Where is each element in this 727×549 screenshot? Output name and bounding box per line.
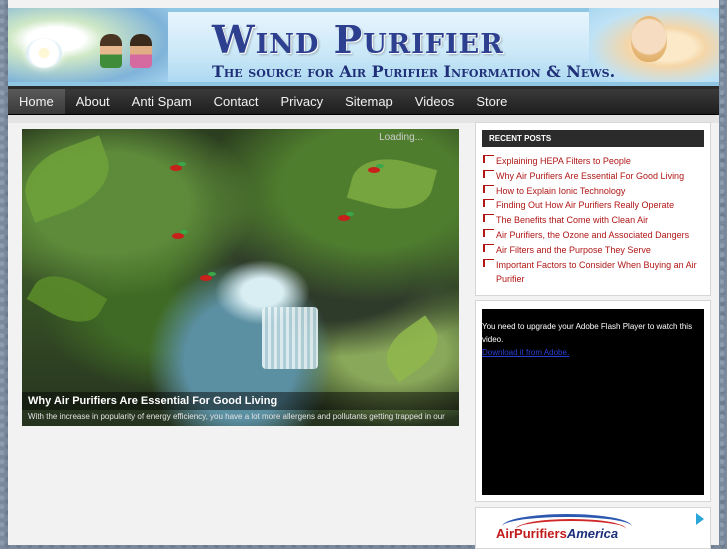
post-link[interactable]: Air Purifiers, the Ozone and Associated …	[496, 230, 689, 240]
post-link[interactable]: Important Factors to Consider When Buyin…	[496, 260, 697, 285]
widget-heading: RECENT POSTS	[482, 130, 704, 147]
nav-item-home[interactable]: Home	[8, 89, 65, 114]
slider-caption-excerpt: With the increase in popularity of energ…	[28, 412, 445, 421]
video-player[interactable]: You need to upgrade your Adobe Flash Pla…	[482, 309, 704, 495]
hummingbird	[200, 272, 216, 281]
bullet-icon	[483, 243, 494, 252]
nav-item-anti-spam[interactable]: Anti Spam	[121, 89, 203, 114]
post-link[interactable]: Explaining HEPA Filters to People	[496, 156, 631, 166]
nav-item-sitemap[interactable]: Sitemap	[334, 89, 404, 114]
bullet-icon	[483, 258, 494, 267]
bullet-icon	[483, 199, 494, 208]
ad-logo: AirPurifiersAmerica	[496, 526, 618, 541]
header-banner[interactable]: Wind Purifier The source for Air Purifie…	[8, 8, 719, 89]
slider-caption-title[interactable]: Why Air Purifiers Are Essential For Good…	[28, 395, 277, 407]
list-item: Air Purifiers, the Ozone and Associated …	[483, 228, 707, 243]
post-link[interactable]: Why Air Purifiers Are Essential For Good…	[496, 171, 684, 181]
post-link[interactable]: How to Explain Ionic Technology	[496, 186, 625, 196]
child-image	[130, 34, 152, 68]
list-item: Important Factors to Consider When Buyin…	[483, 258, 707, 288]
post-link[interactable]: Air Filters and the Purpose They Serve	[496, 245, 651, 255]
recent-posts-widget: RECENT POSTS Explaining HEPA Filters to …	[475, 122, 711, 296]
nav-item-videos[interactable]: Videos	[404, 89, 466, 114]
site-title[interactable]: Wind Purifier	[212, 18, 504, 62]
bullet-icon	[483, 214, 494, 223]
featured-slider[interactable]: Loading...	[22, 129, 459, 426]
list-item: Why Air Purifiers Are Essential For Good…	[483, 169, 707, 184]
page-wrapper: Wind Purifier The source for Air Purifie…	[8, 0, 719, 549]
nav-item-privacy[interactable]: Privacy	[269, 89, 334, 114]
bullet-icon	[483, 184, 494, 193]
list-item: Finding Out How Air Purifiers Really Ope…	[483, 198, 707, 213]
nav-item-about[interactable]: About	[65, 89, 121, 114]
sidebar: RECENT POSTS Explaining HEPA Filters to …	[475, 122, 711, 549]
child-image	[100, 34, 122, 68]
site-tagline: The source for Air Purifier Information …	[212, 62, 616, 81]
post-link[interactable]: The Benefits that Come with Clean Air	[496, 215, 648, 225]
hummingbird	[170, 162, 186, 171]
main-nav: Home About Anti Spam Contact Privacy Sit…	[8, 89, 719, 115]
post-link[interactable]: Finding Out How Air Purifiers Really Ope…	[496, 200, 674, 210]
list-item: Air Filters and the Purpose They Serve	[483, 243, 707, 258]
banner-left-photo	[8, 8, 168, 86]
video-widget: You need to upgrade your Adobe Flash Pla…	[475, 300, 711, 502]
nav-item-contact[interactable]: Contact	[203, 89, 270, 114]
nav-item-store[interactable]: Store	[465, 89, 518, 114]
hummingbird	[368, 164, 384, 173]
list-item: Explaining HEPA Filters to People	[483, 154, 707, 169]
list-item: How to Explain Ionic Technology	[483, 184, 707, 199]
download-flash-link[interactable]: Download it from Adobe.	[482, 348, 569, 357]
flower-image	[26, 38, 62, 68]
recent-posts-list: Explaining HEPA Filters to People Why Ai…	[483, 154, 707, 287]
ad-banner[interactable]: AirPurifiersAmerica	[475, 507, 711, 549]
flash-message: You need to upgrade your Adobe Flash Pla…	[482, 320, 704, 359]
woman-image	[631, 16, 667, 62]
hummingbird	[338, 212, 354, 221]
slider-loading-text: Loading...	[379, 132, 423, 143]
bullet-icon	[483, 169, 494, 178]
list-item: The Benefits that Come with Clean Air	[483, 213, 707, 228]
ad-brand-part1: AirPurifiers	[496, 526, 567, 541]
hummingbird	[172, 230, 188, 239]
ad-brand-part2: America	[566, 526, 619, 541]
bullet-icon	[483, 228, 494, 237]
flash-upgrade-text: You need to upgrade your Adobe Flash Pla…	[482, 322, 693, 344]
adchoices-icon[interactable]	[696, 513, 704, 525]
bullet-icon	[483, 155, 494, 163]
waterfall	[262, 307, 318, 369]
